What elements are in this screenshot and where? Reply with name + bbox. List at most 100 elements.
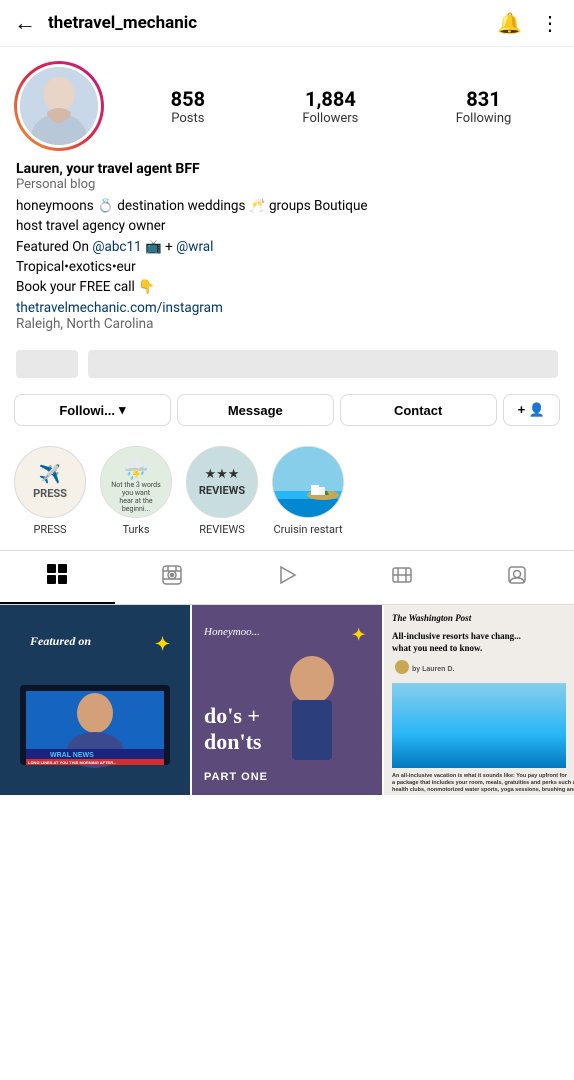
- grid-icon: [46, 563, 68, 590]
- highlight-lightning[interactable]: ⛈️ Not the 3 words you wanthear at the b…: [100, 446, 172, 536]
- svg-text:don'ts: don'ts: [204, 729, 262, 754]
- svg-text:Honeymoo...: Honeymoo...: [203, 626, 260, 638]
- post1-image: WRAL NEWS Featured on ✦ LONG LINES AT YO…: [0, 605, 190, 795]
- stat-followers[interactable]: 1,884 Followers: [302, 87, 358, 126]
- svg-text:Featured on: Featured on: [29, 634, 91, 648]
- highlight-cruisin-name: Cruisin restart: [273, 523, 342, 536]
- message-button[interactable]: Message: [177, 394, 334, 426]
- bio-line-2: host travel agency owner: [16, 218, 165, 234]
- profile-top: 858 Posts 1,884 Followers 831 Following: [14, 61, 560, 151]
- grid-item-1[interactable]: WRAL NEWS Featured on ✦ LONG LINES AT YO…: [0, 605, 190, 795]
- mention-wral[interactable]: @wral: [176, 239, 213, 255]
- tab-grid[interactable]: [0, 551, 115, 604]
- svg-text:health clubs, nonmotorized wat: health clubs, nonmotorized water sports,…: [392, 787, 574, 793]
- svg-text:All-inclusive resorts have cha: All-inclusive resorts have chang...: [392, 631, 521, 641]
- avatar-inner: [17, 64, 101, 148]
- header-username: thetravel_mechanic: [48, 13, 497, 33]
- story-highlights-preview: [14, 344, 560, 384]
- stat-posts[interactable]: 858 Posts: [171, 87, 205, 126]
- follow-button[interactable]: Followi... ▾: [14, 394, 171, 426]
- profile-category: Personal blog: [16, 177, 558, 192]
- play-icon: [276, 564, 298, 591]
- post2-content: Honeymoo... do's + don'ts PART ONE ✦: [192, 605, 382, 795]
- contact-button[interactable]: Contact: [340, 394, 497, 426]
- more-options-icon[interactable]: ⋮: [540, 11, 560, 35]
- svg-text:An all-inclusive vacation is w: An all-inclusive vacation is what it sou…: [392, 773, 568, 779]
- tab-play[interactable]: [230, 551, 345, 604]
- svg-text:what you need to know.: what you need to know.: [392, 643, 482, 653]
- svg-text:✦: ✦: [155, 634, 170, 655]
- highlight-lightning-image: ⛈️ Not the 3 words you wanthear at the b…: [101, 447, 171, 517]
- bio-section: Lauren, your travel agent BFF Personal b…: [14, 161, 560, 332]
- highlight-reviews[interactable]: ★★★ REVIEWS REVIEWS: [186, 446, 258, 536]
- svg-text:The Washington Post: The Washington Post: [392, 613, 472, 623]
- avatar[interactable]: [14, 61, 104, 151]
- highlight-reviews-circle: ★★★ REVIEWS: [186, 446, 258, 518]
- svg-text:LONG LINES AT YOU THIS MORNING: LONG LINES AT YOU THIS MORNING AFTER...: [28, 760, 116, 765]
- profile-icon: [506, 564, 528, 591]
- bio-text: honeymoons 💍 destination weddings 🥂 grou…: [16, 196, 558, 297]
- tab-tagged[interactable]: [344, 551, 459, 604]
- tabs-row: [0, 550, 574, 605]
- tagged-icon: [391, 564, 413, 591]
- person-icon: 👤: [529, 402, 545, 417]
- bio-line-5: Book your FREE call 👇: [16, 279, 155, 295]
- following-count: 831: [466, 87, 500, 111]
- svg-text:do's +: do's +: [204, 703, 260, 728]
- following-label: Following: [456, 111, 512, 126]
- highlight-press-name: PRESS: [33, 523, 66, 536]
- stat-following[interactable]: 831 Following: [456, 87, 512, 126]
- bio-line-4: Tropical•exotics•eur: [16, 259, 136, 275]
- highlight-cruisin-circle: [272, 446, 344, 518]
- svg-text:✦: ✦: [352, 625, 365, 644]
- post3-content: The Washington Post All-inclusive resort…: [384, 605, 574, 795]
- profile-section: 858 Posts 1,884 Followers 831 Following …: [0, 47, 574, 384]
- header-icons: 🔔 ⋮: [497, 11, 560, 35]
- profile-link[interactable]: thetravelmechanic.com/instagram: [16, 300, 223, 316]
- svg-text:WRAL NEWS: WRAL NEWS: [50, 752, 94, 759]
- post1-content: WRAL NEWS Featured on ✦ LONG LINES AT YO…: [0, 605, 190, 795]
- tab-profile[interactable]: [459, 551, 574, 604]
- posts-label: Posts: [171, 111, 204, 126]
- highlight-reviews-content: ★★★ REVIEWS: [199, 467, 245, 497]
- svg-text:by Lauren D.: by Lauren D.: [412, 666, 454, 673]
- highlight-preview-2: [88, 350, 558, 378]
- highlight-reviews-name: REVIEWS: [199, 523, 245, 536]
- highlight-press-circle: ✈️ PRESS: [14, 446, 86, 518]
- svg-text:a package that includes your r: a package that includes your room, meals…: [392, 780, 574, 786]
- add-friend-icon: +: [518, 402, 526, 417]
- header: ← thetravel_mechanic 🔔 ⋮: [0, 0, 574, 47]
- highlight-lightning-name: Turks: [122, 523, 149, 536]
- grid-item-2[interactable]: Honeymoo... do's + don'ts PART ONE ✦: [192, 605, 382, 795]
- bell-icon[interactable]: 🔔: [497, 11, 522, 35]
- bio-line-1: honeymoons 💍 destination weddings 🥂 grou…: [16, 198, 368, 214]
- grid-item-3[interactable]: The Washington Post All-inclusive resort…: [384, 605, 574, 795]
- followers-count: 1,884: [305, 87, 356, 111]
- highlight-cruisin-image: [273, 447, 343, 517]
- highlight-preview-1: [16, 350, 78, 378]
- profile-location: Raleigh, North Carolina: [16, 316, 558, 332]
- highlight-lightning-circle: ⛈️ Not the 3 words you wanthear at the b…: [100, 446, 172, 518]
- bio-line-3: Featured On @abc11 📺 + @wral: [16, 239, 213, 255]
- post3-image: The Washington Post All-inclusive resort…: [384, 605, 574, 795]
- follow-dropdown-icon: ▾: [119, 402, 126, 418]
- avatar-image: [20, 67, 98, 145]
- posts-grid: WRAL NEWS Featured on ✦ LONG LINES AT YO…: [0, 605, 574, 795]
- profile-name: Lauren, your travel agent BFF: [16, 161, 558, 177]
- posts-count: 858: [171, 87, 205, 111]
- bio-link[interactable]: thetravelmechanic.com/instagram: [16, 297, 558, 316]
- back-button[interactable]: ←: [14, 10, 36, 36]
- avatar-ring: [14, 61, 104, 151]
- highlight-press[interactable]: ✈️ PRESS PRESS: [14, 446, 86, 536]
- followers-label: Followers: [302, 111, 358, 126]
- action-buttons: Followi... ▾ Message Contact + 👤: [0, 384, 574, 436]
- highlights-row: ✈️ PRESS PRESS ⛈️ Not the 3 words you wa…: [0, 436, 574, 550]
- stats-row: 858 Posts 1,884 Followers 831 Following: [122, 87, 560, 126]
- highlight-press-label: ✈️ PRESS: [33, 463, 67, 501]
- reels-icon: [161, 564, 183, 591]
- tab-reels[interactable]: [115, 551, 230, 604]
- highlight-cruisin[interactable]: Cruisin restart: [272, 446, 344, 536]
- add-friend-button[interactable]: + 👤: [503, 394, 560, 426]
- post2-image: Honeymoo... do's + don'ts PART ONE ✦: [192, 605, 382, 795]
- mention-abc11[interactable]: @abc11: [92, 239, 141, 255]
